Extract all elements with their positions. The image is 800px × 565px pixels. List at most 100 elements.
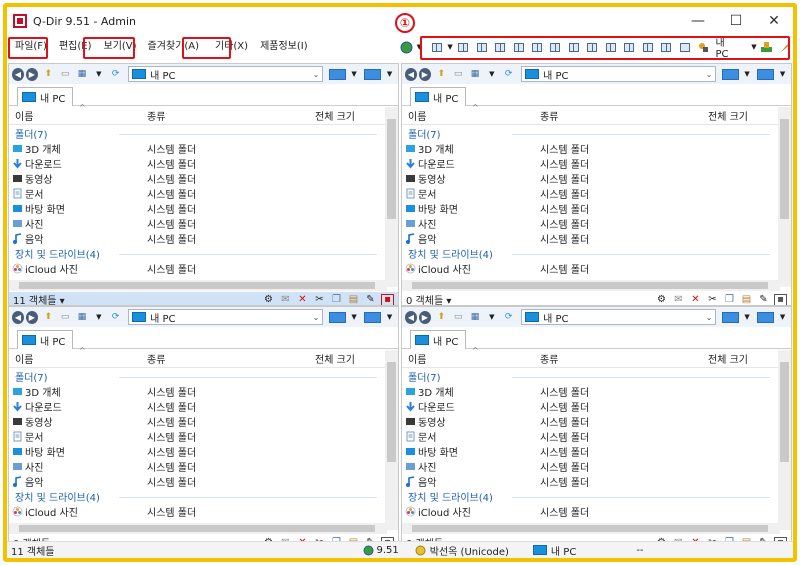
list-item[interactable]: 다운로드 시스템 폴더 <box>9 399 387 414</box>
pane-object-count[interactable]: 0 객체들 ▾ <box>406 292 451 305</box>
list-item[interactable]: 바탕 화면 시스템 폴더 <box>9 201 387 216</box>
list-item[interactable]: 바탕 화면 시스템 폴더 <box>9 444 387 459</box>
cut-icon[interactable]: ✂ <box>313 294 326 305</box>
scroll-thumb[interactable] <box>387 119 396 219</box>
view-mode-icon[interactable]: ▦ <box>469 67 482 81</box>
chevron-down-icon[interactable]: ▼ <box>750 43 758 51</box>
pin-icon[interactable] <box>778 39 793 55</box>
layout-options-icon[interactable] <box>757 311 775 323</box>
column-size-header[interactable]: 전체 크기 <box>315 108 355 123</box>
list-item[interactable]: 다운로드 시스템 폴더 <box>402 399 780 414</box>
layout-8-icon[interactable] <box>585 39 600 55</box>
list-item[interactable]: 사진 시스템 폴더 <box>402 216 780 231</box>
group-header-drives[interactable]: 장치 및 드라이브(4) <box>402 246 780 261</box>
cut-icon[interactable]: ✂ <box>706 294 719 305</box>
new-folder-icon[interactable]: ▭ <box>59 67 72 81</box>
chevron-down-icon[interactable]: ▼ <box>383 67 396 81</box>
refresh-icon[interactable]: ⟳ <box>502 310 515 324</box>
forward-arrow-icon[interactable]: ▶ <box>25 67 38 81</box>
copy-icon[interactable]: ❐ <box>723 294 736 305</box>
menu-view[interactable]: 보기(V) <box>100 37 141 57</box>
refresh-icon[interactable]: ⟳ <box>502 67 515 81</box>
toolbar-pc-label[interactable]: 내 PC <box>715 34 740 60</box>
chevron-down-icon[interactable]: ▼ <box>741 310 754 324</box>
view-mode-icon[interactable]: ▦ <box>469 310 482 324</box>
list-item[interactable]: 다운로드 시스템 폴더 <box>9 156 387 171</box>
horizontal-scrollbar[interactable] <box>402 280 780 291</box>
scroll-thumb[interactable] <box>412 525 768 532</box>
view-options-icon[interactable] <box>328 68 346 80</box>
properties-icon[interactable]: ⚙ <box>655 294 668 305</box>
chevron-down-icon[interactable]: ▼ <box>383 310 396 324</box>
back-arrow-icon[interactable]: ◀ <box>12 67 24 81</box>
paste-icon[interactable]: ▤ <box>740 294 753 305</box>
list-item[interactable]: iCloud 사진 시스템 폴더 <box>402 261 780 276</box>
vertical-scrollbar[interactable] <box>778 107 791 287</box>
list-item[interactable]: iCloud 사진 시스템 폴더 <box>9 261 387 276</box>
back-arrow-icon[interactable]: ◀ <box>12 310 24 324</box>
list-item[interactable]: 문서 시스템 폴더 <box>9 429 387 444</box>
list-item[interactable]: 동영상 시스템 폴더 <box>9 414 387 429</box>
list-item[interactable]: 사진 시스템 폴더 <box>402 459 780 474</box>
scroll-thumb[interactable] <box>19 282 375 289</box>
list-item[interactable]: 3D 개체 시스템 폴더 <box>402 384 780 399</box>
email-icon[interactable]: ✉ <box>672 294 685 305</box>
close-button[interactable]: ✕ <box>755 7 793 35</box>
new-folder-icon[interactable]: ▭ <box>59 310 72 324</box>
layout-2-icon[interactable] <box>474 39 489 55</box>
layout-5-icon[interactable] <box>529 39 544 55</box>
list-item[interactable]: iCloud 사진 시스템 폴더 <box>9 504 387 519</box>
view-options-icon[interactable] <box>721 311 739 323</box>
menu-file[interactable]: 파일(F) <box>11 37 51 57</box>
list-item[interactable]: iCloud 사진 시스템 폴더 <box>402 504 780 519</box>
refresh-icon[interactable]: ⟳ <box>109 67 122 81</box>
scroll-thumb[interactable] <box>412 282 768 289</box>
layout-7-icon[interactable] <box>566 39 581 55</box>
group-header-drives[interactable]: 장치 및 드라이브(4) <box>402 489 780 504</box>
chevron-down-icon[interactable]: ▼ <box>348 310 361 324</box>
column-type-header[interactable]: 종류 <box>147 108 165 123</box>
chevron-down-icon[interactable]: ▼ <box>92 310 105 324</box>
list-item[interactable]: 음악 시스템 폴더 <box>402 231 780 246</box>
layout-grid-icon[interactable] <box>429 39 444 55</box>
chevron-down-icon[interactable]: ▼ <box>776 67 789 81</box>
layout-1-icon[interactable] <box>455 39 470 55</box>
up-folder-icon[interactable]: ⬆ <box>435 67 448 81</box>
new-folder-icon[interactable]: ▭ <box>452 310 465 324</box>
column-name-header[interactable]: 이름 <box>15 108 33 123</box>
column-size-header[interactable]: 전체 크기 <box>708 351 748 366</box>
view-mode-icon[interactable]: ▦ <box>76 310 89 324</box>
column-name-header[interactable]: 이름 <box>408 108 426 123</box>
up-folder-icon[interactable]: ⬆ <box>42 67 55 81</box>
tab-this-pc[interactable]: 내 PC <box>17 330 73 349</box>
layout-9-icon[interactable] <box>603 39 618 55</box>
list-item[interactable]: 음악 시스템 폴더 <box>402 474 780 489</box>
column-type-header[interactable]: 종류 <box>540 351 558 366</box>
horizontal-scrollbar[interactable] <box>9 523 387 534</box>
email-icon[interactable]: ✉ <box>279 294 292 305</box>
address-input[interactable]: 내 PC ⌄ <box>128 309 323 325</box>
pane-object-count[interactable]: 11 객체들 ▾ <box>13 292 65 305</box>
scroll-thumb[interactable] <box>19 525 375 532</box>
menu-extras[interactable]: 기타(X) <box>211 37 252 57</box>
pane-window-icon[interactable]: ▪ <box>774 293 787 305</box>
layout-3-icon[interactable] <box>492 39 507 55</box>
layout-4-icon[interactable] <box>511 39 526 55</box>
layout-12-icon[interactable] <box>659 39 674 55</box>
forward-arrow-icon[interactable]: ▶ <box>25 310 38 324</box>
new-folder-icon[interactable]: ▭ <box>452 67 465 81</box>
column-size-header[interactable]: 전체 크기 <box>708 108 748 123</box>
tools-icon[interactable] <box>759 39 774 55</box>
chevron-down-icon[interactable]: ⌄ <box>703 313 715 322</box>
chevron-down-icon[interactable]: ▼ <box>485 310 498 324</box>
view-options-icon[interactable] <box>721 68 739 80</box>
back-arrow-icon[interactable]: ◀ <box>405 67 417 81</box>
vertical-scrollbar[interactable] <box>778 350 791 530</box>
view-mode-icon[interactable]: ▦ <box>76 67 89 81</box>
column-name-header[interactable]: 이름 <box>15 351 33 366</box>
address-input[interactable]: 내 PC ⌄ <box>521 309 716 325</box>
chevron-down-icon[interactable]: ▼ <box>741 67 754 81</box>
layout-10-icon[interactable] <box>622 39 637 55</box>
scroll-thumb[interactable] <box>780 362 789 462</box>
list-item[interactable]: 문서 시스템 폴더 <box>402 186 780 201</box>
